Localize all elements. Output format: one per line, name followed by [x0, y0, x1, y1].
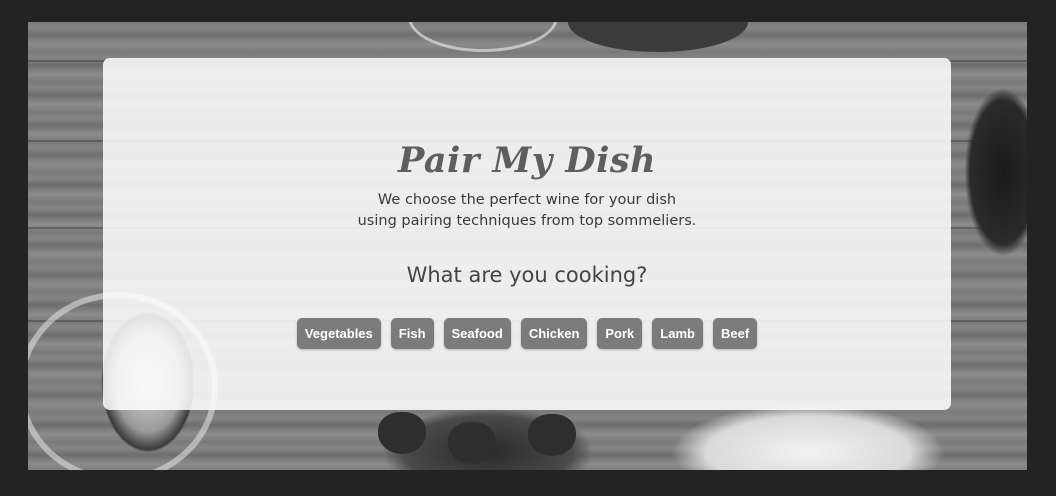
lamb-button[interactable]: Lamb — [652, 318, 703, 349]
wine-glass-image — [408, 22, 558, 52]
dish-category-buttons: Vegetables Fish Seafood Chicken Pork Lam… — [103, 318, 951, 349]
tagline: We choose the perfect wine for your dish… — [103, 190, 951, 232]
cooking-question: What are you cooking? — [406, 263, 648, 287]
site-title: Pair My Dish — [397, 140, 657, 181]
beef-button[interactable]: Beef — [712, 318, 758, 349]
seafood-button[interactable]: Seafood — [443, 318, 511, 349]
fish-button[interactable]: Fish — [390, 318, 434, 349]
tagline-line-1: We choose the perfect wine for your dish — [377, 192, 677, 208]
chicken-button[interactable]: Chicken — [520, 318, 588, 349]
strawberry-image — [448, 422, 496, 464]
bowl-image — [568, 22, 748, 52]
vegetables-button[interactable]: Vegetables — [296, 318, 381, 349]
tagline-line-2: using pairing techniques from top sommel… — [357, 213, 697, 229]
pork-button[interactable]: Pork — [597, 318, 643, 349]
strawberry-image — [378, 412, 426, 454]
hero-panel: Pair My Dish We choose the perfect wine … — [103, 58, 951, 410]
strawberry-image — [528, 414, 576, 456]
